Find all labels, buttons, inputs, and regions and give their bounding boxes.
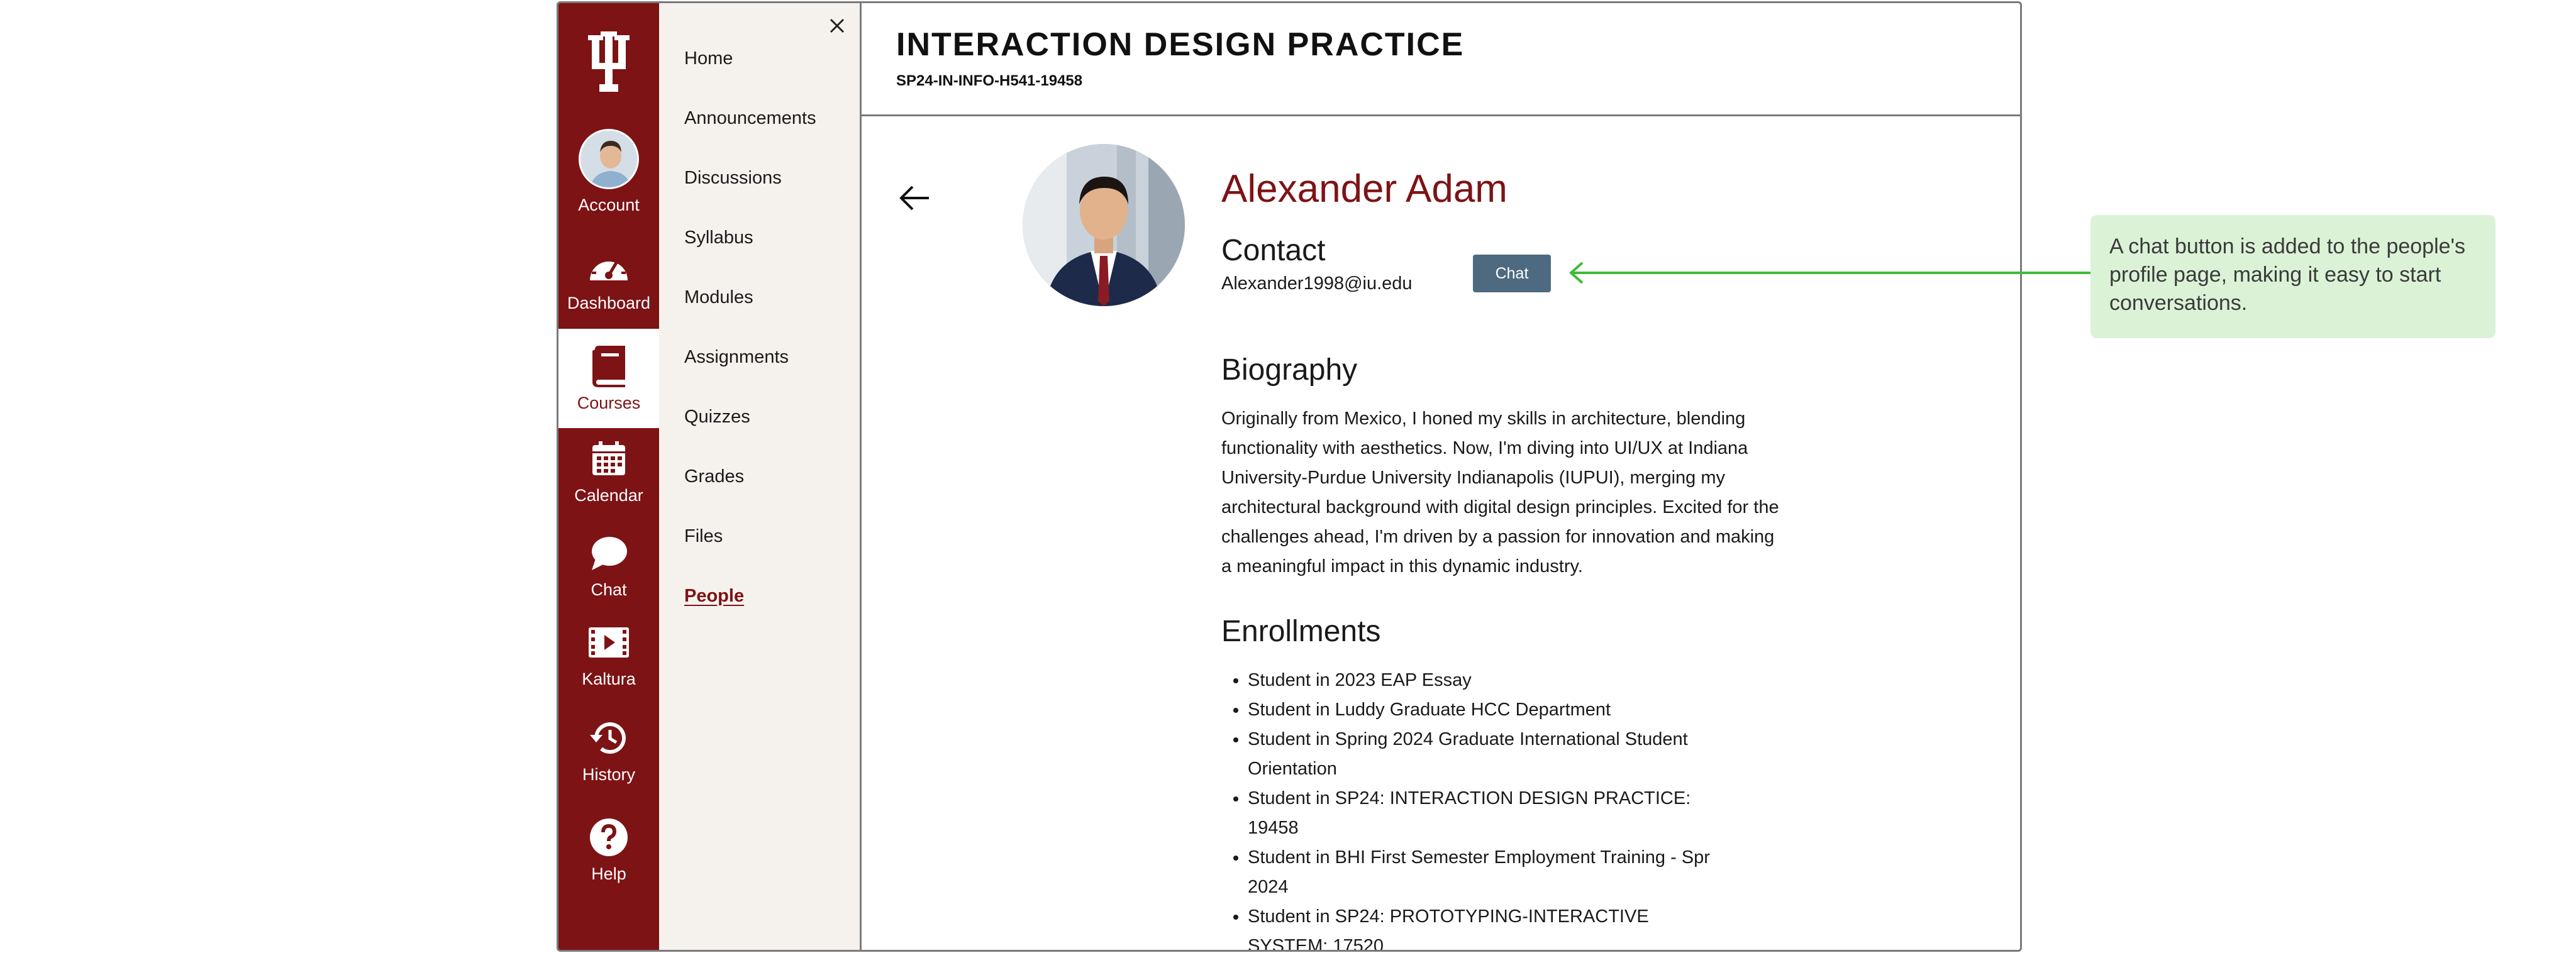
nav-dashboard[interactable]: Dashboard	[558, 245, 659, 313]
biography-heading: Biography	[1221, 353, 1358, 387]
question-icon	[587, 815, 631, 859]
list-item: Student in SP24: PROTOTYPING-INTERACTIVE…	[1248, 902, 1724, 950]
calendar-icon	[587, 437, 631, 481]
nav-account-label: Account	[578, 196, 640, 214]
nav-kaltura-label: Kaltura	[582, 669, 636, 688]
nav-account[interactable]: Account	[558, 129, 659, 215]
course-nav-syllabus[interactable]: Syllabus	[684, 228, 753, 248]
list-item: Student in SP24: INTERACTION DESIGN PRAC…	[1248, 784, 1724, 843]
list-item: Student in BHI First Semester Employment…	[1248, 843, 1724, 902]
nav-dashboard-label: Dashboard	[567, 294, 651, 312]
course-code: SP24-IN-INFO-H541-19458	[896, 72, 1083, 89]
profile-page: Alexander Adam Contact Alexander1998@iu.…	[862, 116, 2020, 950]
enrollments-heading: Enrollments	[1221, 615, 1381, 648]
nav-courses-label: Courses	[577, 393, 641, 412]
book-icon	[587, 344, 631, 388]
profile-photo	[1023, 144, 1185, 306]
avatar	[579, 129, 639, 189]
course-nav: Home Announcements Discussions Syllabus …	[659, 3, 862, 950]
video-icon	[587, 620, 631, 664]
close-icon[interactable]	[826, 14, 848, 37]
list-item: Student in Spring 2024 Graduate Internat…	[1248, 725, 1724, 784]
iu-logo[interactable]	[558, 27, 659, 96]
history-icon	[587, 716, 631, 760]
nav-chat-label: Chat	[591, 580, 627, 599]
course-nav-people[interactable]: People	[684, 586, 744, 607]
global-nav: Account Dashboard Courses Calendar Chat …	[558, 3, 659, 950]
biography-text: Originally from Mexico, I honed my skill…	[1221, 409, 1779, 576]
nav-help[interactable]: Help	[558, 815, 659, 884]
profile-name: Alexander Adam	[1221, 167, 1507, 211]
nav-chat[interactable]: Chat	[558, 531, 659, 600]
list-item: Student in Luddy Graduate HCC Department	[1248, 695, 1724, 725]
nav-calendar-label: Calendar	[574, 486, 643, 505]
chat-button[interactable]: Chat	[1473, 255, 1551, 292]
course-nav-quizzes[interactable]: Quizzes	[684, 407, 750, 427]
course-nav-files[interactable]: Files	[684, 526, 723, 547]
course-title: INTERACTION DESIGN PRACTICE	[896, 26, 1465, 63]
course-nav-announcements[interactable]: Announcements	[684, 108, 816, 129]
enrollments-list: Student in 2023 EAP Essay Student in Lud…	[1221, 666, 1724, 950]
nav-courses[interactable]: Courses	[558, 329, 659, 428]
nav-calendar[interactable]: Calendar	[558, 437, 659, 505]
course-nav-modules[interactable]: Modules	[684, 287, 753, 308]
email-address[interactable]: Alexander1998@iu.edu	[1221, 273, 1413, 294]
annotation-note: A chat button is added to the people's p…	[2090, 215, 2496, 338]
nav-history-label: History	[582, 765, 635, 784]
course-nav-assignments[interactable]: Assignments	[684, 347, 789, 368]
list-item: Student in 2023 EAP Essay	[1248, 666, 1724, 695]
trident-icon	[588, 31, 630, 92]
course-nav-home[interactable]: Home	[684, 48, 733, 69]
nav-history[interactable]: History	[558, 716, 659, 785]
app-window: Account Dashboard Courses Calendar Chat …	[557, 1, 2022, 952]
course-nav-grades[interactable]: Grades	[684, 466, 744, 487]
course-header: INTERACTION DESIGN PRACTICE SP24-IN-INFO…	[862, 3, 2020, 116]
contact-heading: Contact	[1221, 234, 1326, 267]
course-nav-discussions[interactable]: Discussions	[684, 168, 782, 189]
speech-bubble-icon	[587, 531, 631, 575]
back-arrow-icon[interactable]	[896, 179, 934, 217]
nav-help-label: Help	[591, 864, 626, 883]
nav-kaltura[interactable]: Kaltura	[558, 620, 659, 689]
speedometer-icon	[587, 245, 631, 289]
